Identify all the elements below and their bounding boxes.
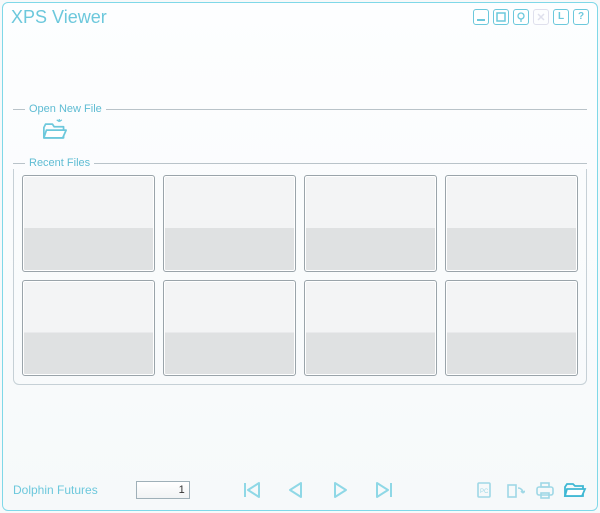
open-new-file-section: Open New File (13, 103, 587, 151)
tool-group: PC (473, 479, 587, 501)
help-icon: ? (578, 12, 584, 22)
last-page-icon (373, 481, 395, 499)
recent-file-thumb[interactable] (22, 175, 155, 272)
prev-page-button[interactable] (282, 479, 310, 501)
next-page-button[interactable] (326, 479, 354, 501)
svg-text:PC: PC (480, 489, 489, 495)
rotate-button[interactable] (503, 479, 527, 501)
recent-file-thumb[interactable] (163, 175, 296, 272)
minimize-button[interactable] (473, 9, 489, 25)
recent-file-thumb[interactable] (304, 280, 437, 377)
titlebar: XPS Viewer L ? (3, 3, 597, 31)
app-window: XPS Viewer L ? Op (2, 2, 598, 511)
print-icon (534, 480, 556, 500)
window-title: XPS Viewer (11, 7, 107, 28)
first-page-icon (241, 481, 263, 499)
first-page-button[interactable] (238, 479, 266, 501)
recent-file-thumb[interactable] (304, 175, 437, 272)
pin-button[interactable] (513, 9, 529, 25)
open-new-file-label: Open New File (29, 103, 102, 115)
minimize-icon (476, 12, 486, 22)
prev-page-icon (285, 481, 307, 499)
recent-file-thumb[interactable] (445, 280, 578, 377)
maximize-button[interactable] (493, 9, 509, 25)
next-page-icon (329, 481, 351, 499)
recent-files-grid (13, 169, 587, 385)
pin-icon (516, 12, 526, 22)
close-button (533, 9, 549, 25)
recent-file-thumb[interactable] (22, 280, 155, 377)
last-page-button[interactable] (370, 479, 398, 501)
export-icon: PC (475, 480, 495, 500)
open-file-button[interactable] (563, 479, 587, 501)
content-area: Open New File Recent Files (13, 103, 587, 448)
recent-files-label: Recent Files (29, 157, 90, 169)
print-button[interactable] (533, 479, 557, 501)
title-controls: L ? (473, 9, 589, 25)
open-folder-icon[interactable] (41, 119, 69, 143)
recent-files-header: Recent Files (13, 157, 587, 169)
layout-icon: L (558, 12, 564, 22)
open-folder-icon (563, 480, 587, 500)
recent-file-thumb[interactable] (163, 280, 296, 377)
rotate-icon (505, 480, 525, 500)
close-icon (536, 12, 546, 22)
recent-files-section: Recent Files (13, 157, 587, 385)
footer: Dolphin Futures PC (3, 470, 597, 510)
help-button[interactable]: ? (573, 9, 589, 25)
recent-file-thumb[interactable] (445, 175, 578, 272)
brand-label: Dolphin Futures (13, 483, 98, 497)
open-new-file-header: Open New File (13, 103, 587, 115)
nav-group (238, 479, 398, 501)
maximize-icon (496, 12, 506, 22)
page-number-input[interactable] (136, 481, 190, 499)
export-button[interactable]: PC (473, 479, 497, 501)
layout-button[interactable]: L (553, 9, 569, 25)
